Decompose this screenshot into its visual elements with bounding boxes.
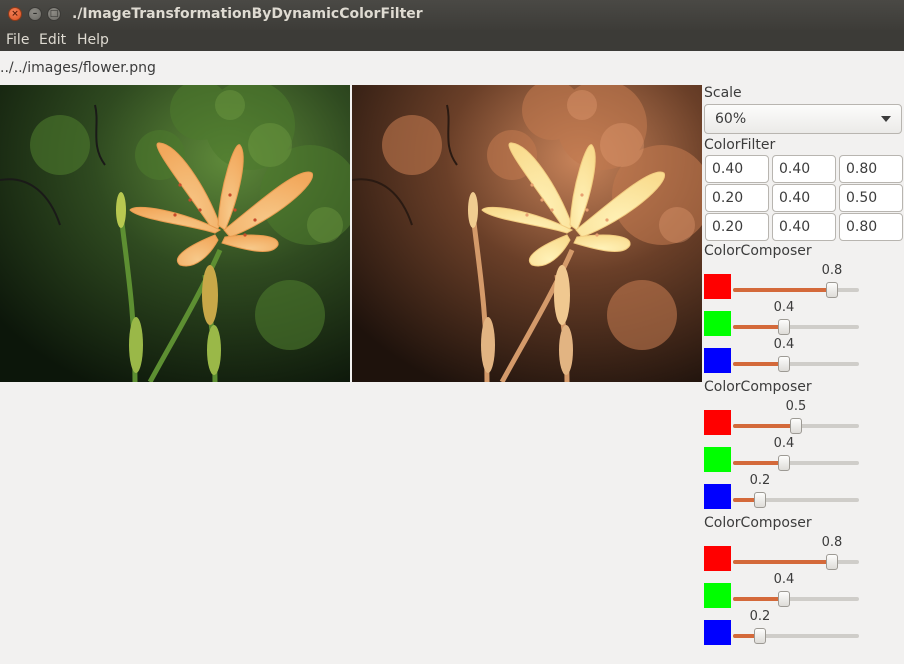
slider-handle[interactable] (778, 319, 790, 335)
menu-help[interactable]: Help (77, 32, 109, 48)
slider-fill (733, 560, 832, 564)
color-filter-field-r2c2[interactable]: 0.40 (772, 184, 836, 212)
original-image (0, 85, 350, 382)
slider-fill (733, 461, 784, 465)
slider-handle[interactable] (778, 455, 790, 471)
filtered-image (352, 85, 702, 382)
red-slider-value: 0.5 (785, 399, 807, 414)
blue-slider[interactable] (733, 628, 859, 644)
slider-fill (733, 597, 784, 601)
green-swatch (704, 311, 731, 336)
green-slider-value: 0.4 (773, 436, 795, 451)
triangle-down-icon (881, 116, 891, 122)
minimize-window-button[interactable]: – (28, 7, 42, 21)
color-filter-field-r3c2[interactable]: 0.40 (772, 213, 836, 241)
file-path-label: ../../images/flower.png (0, 60, 156, 76)
red-swatch (704, 274, 731, 299)
green-slider-value: 0.4 (773, 300, 795, 315)
color-filter-field-r3c3[interactable]: 0.80 (839, 213, 903, 241)
slider-handle[interactable] (826, 554, 838, 570)
slider-handle[interactable] (778, 356, 790, 372)
slider-fill (733, 288, 832, 292)
maximize-window-button[interactable]: □ (47, 7, 61, 21)
blue-slider[interactable] (733, 356, 859, 372)
red-slider-value: 0.8 (821, 263, 843, 278)
slider-handle[interactable] (778, 591, 790, 607)
red-slider-value: 0.8 (821, 535, 843, 550)
slider-fill (733, 362, 784, 366)
menu-file[interactable]: File (6, 32, 29, 48)
close-window-button[interactable]: × (8, 7, 22, 21)
green-swatch (704, 447, 731, 472)
slider-handle[interactable] (754, 492, 766, 508)
color-composer-label: ColorComposer (704, 515, 812, 531)
scale-value: 60% (715, 111, 747, 127)
color-filter-field-r3c1[interactable]: 0.20 (705, 213, 769, 241)
color-composer-label: ColorComposer (704, 379, 812, 395)
color-filter-field-r1c2[interactable]: 0.40 (772, 155, 836, 183)
green-slider[interactable] (733, 591, 859, 607)
slider-fill (733, 325, 784, 329)
green-slider[interactable] (733, 319, 859, 335)
blue-slider-value: 0.4 (773, 337, 795, 352)
slider-handle[interactable] (754, 628, 766, 644)
color-filter-field-r2c3[interactable]: 0.50 (839, 184, 903, 212)
color-filter-field-r2c1[interactable]: 0.20 (705, 184, 769, 212)
color-filter-field-r1c1[interactable]: 0.40 (705, 155, 769, 183)
title-bar: × – □ ./ImageTransformationByDynamicColo… (0, 0, 904, 30)
red-swatch (704, 546, 731, 571)
scale-dropdown[interactable]: 60% (704, 104, 902, 134)
blue-swatch (704, 620, 731, 645)
slider-fill (733, 424, 796, 428)
red-swatch (704, 410, 731, 435)
color-filter-label: ColorFilter (704, 137, 776, 153)
blue-slider-value: 0.2 (749, 473, 771, 488)
blue-swatch (704, 484, 731, 509)
menu-bar: File Edit Help (0, 30, 904, 51)
menu-edit[interactable]: Edit (39, 32, 66, 48)
blue-swatch (704, 348, 731, 373)
red-slider[interactable] (733, 418, 859, 434)
red-slider[interactable] (733, 282, 859, 298)
slider-handle[interactable] (826, 282, 838, 298)
color-composer-label: ColorComposer (704, 243, 812, 259)
scale-label: Scale (704, 85, 742, 101)
blue-slider[interactable] (733, 492, 859, 508)
window-title: ./ImageTransformationByDynamicColorFilte… (72, 6, 423, 22)
color-filter-field-r1c3[interactable]: 0.80 (839, 155, 903, 183)
green-slider-value: 0.4 (773, 572, 795, 587)
slider-handle[interactable] (790, 418, 802, 434)
red-slider[interactable] (733, 554, 859, 570)
green-swatch (704, 583, 731, 608)
blue-slider-value: 0.2 (749, 609, 771, 624)
green-slider[interactable] (733, 455, 859, 471)
